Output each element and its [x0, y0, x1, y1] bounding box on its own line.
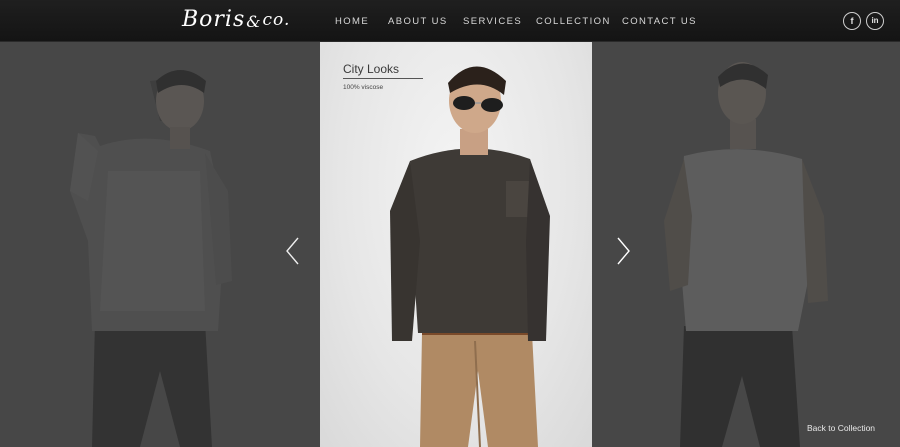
carousel-slide-previous[interactable]	[0, 41, 320, 447]
logo-ampersand: &	[246, 12, 262, 31]
product-title: City Looks	[343, 62, 400, 76]
logo-text: Boris	[182, 7, 246, 32]
nav-item-services[interactable]: SERVICES	[463, 16, 522, 27]
caption-divider	[343, 78, 423, 79]
chevron-right-icon[interactable]	[614, 236, 632, 266]
back-to-collection-link[interactable]: Back to Collection	[807, 423, 875, 433]
dim-overlay-left	[0, 41, 320, 447]
linkedin-icon[interactable]: in	[866, 12, 884, 30]
carousel-slide-active	[320, 41, 592, 447]
header-bar: Boris & co. HOME ABOUT US SERVICES COLLE…	[0, 0, 900, 42]
nav-item-collection[interactable]: COLLECTION	[536, 16, 611, 27]
nav-item-home[interactable]: HOME	[335, 16, 369, 27]
carousel-slide-next[interactable]	[592, 41, 900, 447]
logo-suffix: co.	[262, 10, 291, 30]
product-material: 100% viscose	[343, 84, 384, 91]
nav-item-about-us[interactable]: ABOUT US	[388, 16, 448, 27]
product-carousel	[0, 41, 900, 447]
model-photo-center	[390, 66, 550, 447]
chevron-left-icon[interactable]	[284, 236, 302, 266]
dim-overlay-right	[592, 41, 900, 447]
nav-item-contact-us[interactable]: CONTACT US	[622, 16, 697, 27]
facebook-icon[interactable]: f	[843, 12, 861, 30]
brand-logo[interactable]: Boris & co.	[182, 4, 290, 36]
